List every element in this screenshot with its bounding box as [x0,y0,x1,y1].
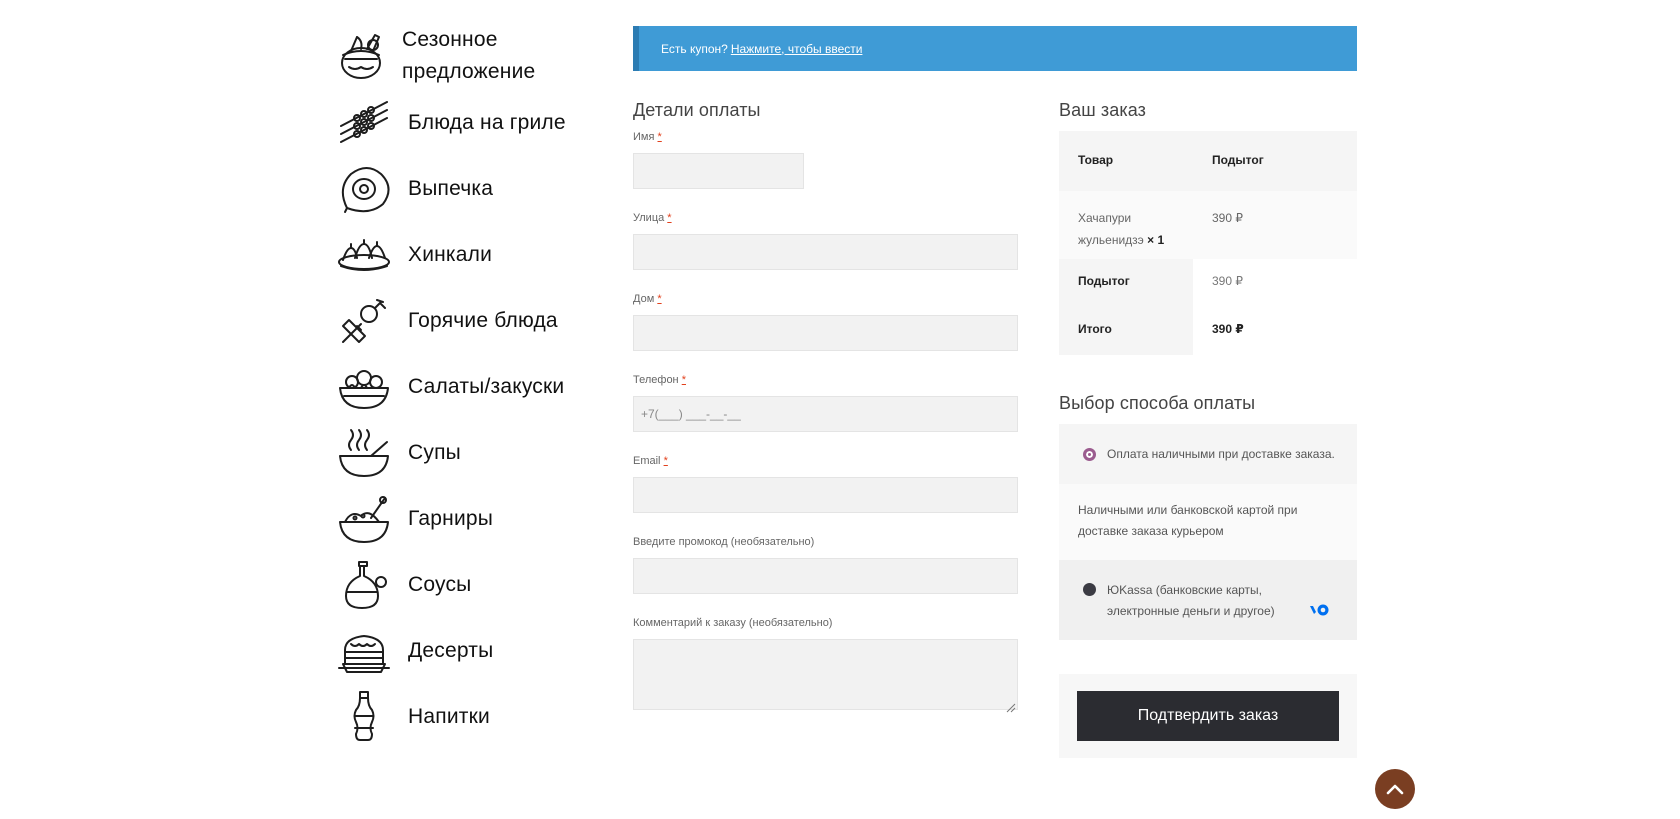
cake-icon [336,623,392,679]
item-qty: × 1 [1147,233,1165,247]
category-sidebar: Сезонное предложение Блюда на гриле Выпе… [336,22,596,750]
cash-radio[interactable] [1083,447,1096,461]
payment-option-cash[interactable]: Оплата наличными при доставке заказа. [1059,424,1357,484]
khachapuri-icon [336,161,392,217]
total-label: Итого [1059,307,1193,355]
category-label: Супы [408,441,461,464]
resize-grip-icon[interactable] [1004,701,1016,713]
order-table: Товар Подытог Хачапури жульенидзэ × 1 39… [1059,131,1357,355]
name-label: Имя * [633,131,662,143]
confirm-order-button[interactable]: Подтвердить заказ [1077,691,1339,741]
category-desserts[interactable]: Десерты [336,618,596,684]
subtotal-column-header: Подытог [1212,153,1264,167]
order-title: Ваш заказ [1059,100,1146,120]
category-label: Гарниры [408,507,494,530]
category-soups[interactable]: Супы [336,420,596,486]
phone-label: Телефон * [633,374,686,386]
hot-dish-icon [336,293,392,349]
category-drinks[interactable]: Напитки [336,684,596,750]
category-label: Блюда на гриле [408,111,566,134]
sauce-bottle-icon [336,557,392,613]
total-value: 390 ₽ [1193,307,1357,355]
email-field[interactable] [633,477,1018,513]
item-name-cell: Хачапури жульенидзэ × 1 [1059,191,1193,259]
product-column-header: Товар [1078,153,1114,167]
required-mark: * [667,212,672,224]
khinkali-icon [336,227,392,283]
category-salads[interactable]: Салаты/закуски [336,354,596,420]
phone-field[interactable] [633,396,1018,432]
required-mark: * [663,455,668,467]
category-label: Горячие блюда [408,309,558,332]
subtotal-row: Подытог 390 ₽ [1059,259,1357,307]
coupon-link[interactable]: Нажмите, чтобы ввести [731,42,863,56]
street-field[interactable] [633,234,1018,270]
category-sauces[interactable]: Соусы [336,552,596,618]
payment-title: Выбор способа оплаты [1059,393,1256,413]
required-mark: * [657,293,662,305]
payment-methods: Оплата наличными при доставке заказа. На… [1059,424,1357,640]
house-field[interactable] [633,315,1018,351]
confirm-section: Подтвердить заказ [1059,674,1357,758]
category-label: Соусы [408,573,472,596]
subtotal-label: Подытог [1059,259,1193,307]
required-mark: * [681,374,686,386]
category-label: Салаты/закуски [408,375,565,398]
scroll-to-top-button[interactable] [1375,769,1415,809]
order-summary: Ваш заказ Товар Подытог Хачапури жульени… [1059,100,1357,758]
soup-bowl-icon [336,425,392,481]
comment-field[interactable] [633,639,1018,710]
category-label: Выпечка [408,177,494,200]
cash-description: Наличными или банковской картой при дост… [1059,484,1357,560]
yookassa-logo-icon [1310,604,1329,616]
email-label: Email * [633,455,668,467]
category-seasonal[interactable]: Сезонное предложение [336,22,596,90]
garnish-bowl-icon [336,491,392,547]
billing-form: Детали оплаты Имя * Улица * Дом * Телефо… [633,100,1018,738]
skewers-icon [336,95,392,151]
billing-title: Детали оплаты [633,100,761,120]
category-label: Напитки [408,705,490,728]
required-mark: * [657,131,662,143]
name-field[interactable] [633,153,804,189]
category-pastry[interactable]: Выпечка [336,156,596,222]
category-garnish[interactable]: Гарниры [336,486,596,552]
coupon-banner: Есть купон? Нажмите, чтобы ввести [633,26,1357,71]
yookassa-label: ЮKassa (банковские карты, электронные де… [1107,583,1275,618]
promo-label: Введите промокод (необязательно) [633,536,815,548]
promo-field[interactable] [633,558,1018,594]
house-label: Дом * [633,293,662,305]
item-name: Хачапури жульенидзэ [1078,211,1144,247]
category-khinkali[interactable]: Хинкали [336,222,596,288]
item-price: 390 ₽ [1212,211,1243,225]
cash-label: Оплата наличными при доставке заказа. [1107,447,1335,461]
category-hot-dishes[interactable]: Горячие блюда [336,288,596,354]
yookassa-radio[interactable] [1083,583,1096,596]
category-label: Сезонное предложение [402,28,536,83]
order-item-row: Хачапури жульенидзэ × 1 390 ₽ [1059,191,1357,259]
payment-option-yookassa[interactable]: ЮKassa (банковские карты, электронные де… [1059,560,1357,640]
category-label: Десерты [408,639,494,662]
salad-bowl-icon [336,359,392,415]
subtotal-value: 390 ₽ [1193,259,1357,307]
seasonal-basket-icon [336,28,392,84]
coupon-text: Есть купон? [661,41,728,56]
soda-bottle-icon [336,689,392,745]
category-grill[interactable]: Блюда на гриле [336,90,596,156]
chevron-up-icon [1386,784,1404,795]
order-header-row: Товар Подытог [1059,131,1357,191]
total-row: Итого 390 ₽ [1059,307,1357,355]
street-label: Улица * [633,212,672,224]
category-label: Хинкали [408,243,493,266]
comment-label: Комментарий к заказу (необязательно) [633,617,833,629]
